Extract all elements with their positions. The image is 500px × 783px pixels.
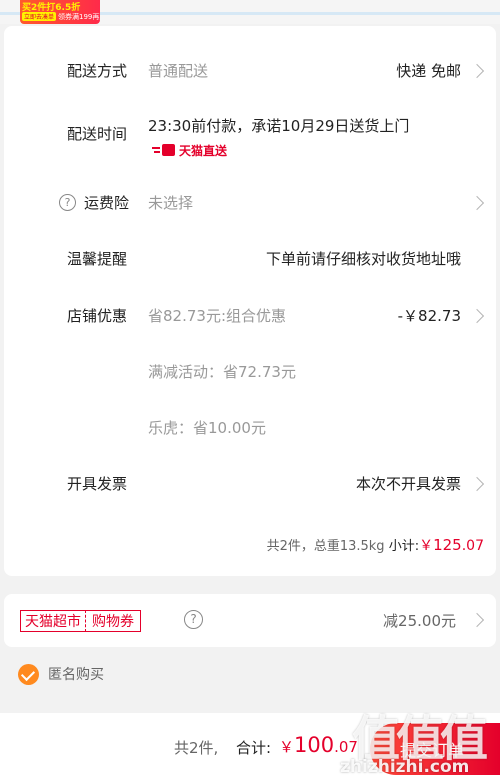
insurance-label: 运费险 <box>84 194 130 212</box>
lehu-text: 乐虎：省10.00元 <box>148 419 266 437</box>
chevron-right-icon <box>469 476 485 492</box>
total-price: ￥100.07 <box>279 733 358 757</box>
chevron-right-icon <box>469 195 485 211</box>
delivery-method-value: 普通配送 <box>148 62 209 80</box>
order-options-card: 配送方式 普通配送 快递 免邮 配送时间 23:30前付款，承诺10月29日送货… <box>4 26 496 576</box>
subtotal-price: ￥125.07 <box>419 536 484 554</box>
promo-subline: 立即去凑单领券满199再减25 <box>22 12 100 22</box>
coupon-value: 减25.00元 <box>383 612 456 630</box>
tmall-supermarket-coupon-badge: 天猫超市 购物券 <box>20 610 141 632</box>
total-label: 合计: <box>236 739 272 757</box>
subtotal-label: 小计: <box>388 539 420 554</box>
promo-banner[interactable]: 买2件打6.5折 立即去凑单领券满199再减25 <box>20 0 100 24</box>
chevron-right-icon <box>469 63 485 79</box>
tmall-cat-icon <box>152 144 176 156</box>
coupon-card[interactable]: 天猫超市 购物券 ? 减25.00元 <box>4 594 496 647</box>
reminder-label: 温馨提醒 <box>67 250 128 268</box>
subtotal: 共2件，总重13.5kg 小计:￥125.07 <box>267 535 484 555</box>
full-reduction-text: 满减活动：省72.73元 <box>148 363 296 381</box>
help-icon[interactable]: ? <box>59 194 76 211</box>
store-discount-amount: -￥82.73 <box>397 307 461 325</box>
total-amount-dec: .07 <box>334 738 358 756</box>
insurance-value: 未选择 <box>148 194 194 212</box>
anonymous-purchase[interactable]: 匿名购买 <box>18 663 104 685</box>
subtotal-summary: 共2件，总重13.5kg <box>266 539 385 554</box>
promo-coupon-text: 领券满199再减25 <box>58 13 100 21</box>
chevron-right-icon <box>469 612 485 628</box>
delivery-method-right: 快递 免邮 <box>396 62 461 80</box>
delivery-method-label: 配送方式 <box>67 62 128 80</box>
total-amount-int: 100 <box>294 733 335 757</box>
checkbox-checked-icon[interactable] <box>18 663 39 685</box>
bottom-bar: 共2件, 合计: ￥100.07 提交订单 <box>0 713 500 783</box>
reminder-text: 下单前请仔细核对收货地址哦 <box>265 250 461 268</box>
coupon-badge-left: 天猫超市 <box>25 614 81 630</box>
invoice-value: 本次不开具发票 <box>355 475 461 493</box>
subtotal-amount-dec: .07 <box>461 538 484 554</box>
subtotal-currency: ￥ <box>419 538 434 554</box>
delivery-time-label: 配送时间 <box>67 125 128 143</box>
store-discount-label: 店铺优惠 <box>67 307 128 325</box>
tmall-direct-text: 天猫直送 <box>179 144 228 158</box>
submit-order-button[interactable]: 提交订单 <box>370 723 500 775</box>
item-count: 共2件, <box>174 739 219 757</box>
help-icon[interactable]: ? <box>184 610 203 629</box>
total-currency: ￥ <box>279 738 295 756</box>
promo-tag: 立即去凑单 <box>22 12 57 21</box>
subtotal-amount-int: 125 <box>433 536 462 554</box>
delivery-time-value: 23:30前付款，承诺10月29日送货上门 <box>148 117 410 135</box>
store-discount-value: 省82.73元:组合优惠 <box>148 307 286 325</box>
tmall-direct-badge: 天猫直送 <box>152 142 227 158</box>
invoice-label: 开具发票 <box>67 475 128 493</box>
anonymous-purchase-label: 匿名购买 <box>48 667 104 683</box>
chevron-right-icon <box>469 308 485 324</box>
coupon-badge-right: 购物券 <box>92 614 134 630</box>
